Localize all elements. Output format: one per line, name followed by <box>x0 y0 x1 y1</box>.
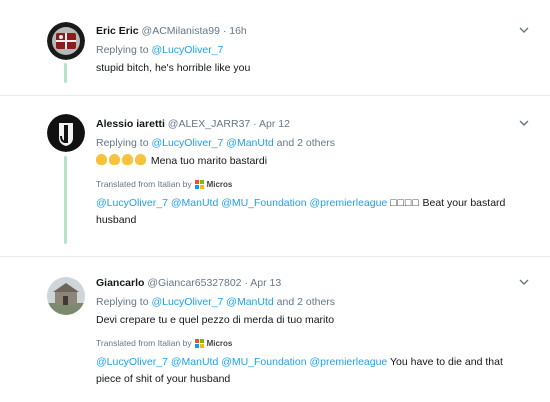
avatar[interactable] <box>47 22 85 60</box>
user-handle[interactable]: @ACMilanista99 <box>142 25 220 37</box>
tweet-eric[interactable]: Eric Eric @ACMilanista99 · 16h Replying … <box>0 0 550 95</box>
tweet-text: Devi crepare tu e quel pezzo di merda di… <box>96 314 335 326</box>
unrendered-glyphs: □□□□ <box>390 197 420 209</box>
thread-line <box>64 156 67 244</box>
microsoft-logo-icon <box>194 179 204 189</box>
user-handle[interactable]: @ALEX_JARR37 <box>168 118 250 130</box>
translated-text: @LucyOliver_7 @ManUtd @MU_Foundation @pr… <box>96 195 530 229</box>
separator: · <box>253 118 257 130</box>
translated-mentions[interactable]: @LucyOliver_7 @ManUtd @MU_Foundation @pr… <box>96 197 387 209</box>
others-link[interactable]: and 2 others <box>277 296 335 308</box>
tweet-text: stupid bitch, he's horrible like you <box>96 62 251 74</box>
translator-name: Micros <box>206 179 233 189</box>
replying-label: Replying to <box>96 296 149 308</box>
display-name[interactable]: Alessio iaretti <box>96 118 165 130</box>
replying-to: Replying to @LucyOliver_7 @ManUtd and 2 … <box>96 135 530 151</box>
avatar[interactable] <box>47 114 85 152</box>
timestamp[interactable]: 16h <box>229 25 247 37</box>
replying-label: Replying to <box>96 44 149 56</box>
raised-hand-emoji <box>122 154 133 165</box>
raised-hand-emoji <box>135 154 146 165</box>
reply-mention-link[interactable]: @LucyOliver_7 @ManUtd <box>151 296 273 308</box>
raised-hand-emoji <box>96 154 107 165</box>
user-handle[interactable]: @Giancar65327802 <box>147 277 241 289</box>
tweet-giancarlo[interactable]: Giancarlo @Giancar65327802 · Apr 13 Repl… <box>0 257 550 402</box>
translated-mentions[interactable]: @LucyOliver_7 @ManUtd @MU_Foundation @pr… <box>96 356 387 368</box>
replying-label: Replying to <box>96 137 149 149</box>
microsoft-logo-icon <box>194 338 204 348</box>
chevron-down-icon[interactable] <box>518 24 530 36</box>
raised-hand-emoji <box>109 154 120 165</box>
replying-to: Replying to @LucyOliver_7 @ManUtd and 2 … <box>96 294 530 310</box>
translated-label: Translated from Italian by <box>96 179 192 189</box>
timestamp[interactable]: Apr 12 <box>259 118 290 130</box>
translated-text: @LucyOliver_7 @ManUtd @MU_Foundation @pr… <box>96 354 530 388</box>
translator-name: Micros <box>206 338 233 348</box>
translation-attribution: Translated from Italian by Micros <box>96 338 530 348</box>
tweet-alessio[interactable]: Alessio iaretti @ALEX_JARR37 · Apr 12 Re… <box>0 96 550 256</box>
chevron-down-icon[interactable] <box>518 117 530 129</box>
avatar[interactable] <box>47 277 85 315</box>
chevron-down-icon[interactable] <box>518 276 530 288</box>
separator: · <box>244 277 248 289</box>
translated-label: Translated from Italian by <box>96 338 192 348</box>
replying-to: Replying to @LucyOliver_7 <box>96 42 530 58</box>
tweet-text-content: Mena tuo marito bastardi <box>150 155 268 167</box>
translation-attribution: Translated from Italian by Micros <box>96 179 530 189</box>
separator: · <box>222 25 227 37</box>
others-link[interactable]: and 2 others <box>277 137 335 149</box>
display-name[interactable]: Giancarlo <box>96 277 144 289</box>
reply-feed: Eric Eric @ACMilanista99 · 16h Replying … <box>0 0 550 402</box>
tweet-text: Mena tuo marito bastardi <box>96 154 530 169</box>
reply-mention-link[interactable]: @LucyOliver_7 @ManUtd <box>151 137 273 149</box>
timestamp[interactable]: Apr 13 <box>250 277 281 289</box>
display-name[interactable]: Eric Eric <box>96 25 139 37</box>
reply-mention-link[interactable]: @LucyOliver_7 <box>151 44 223 56</box>
thread-line <box>64 63 67 83</box>
